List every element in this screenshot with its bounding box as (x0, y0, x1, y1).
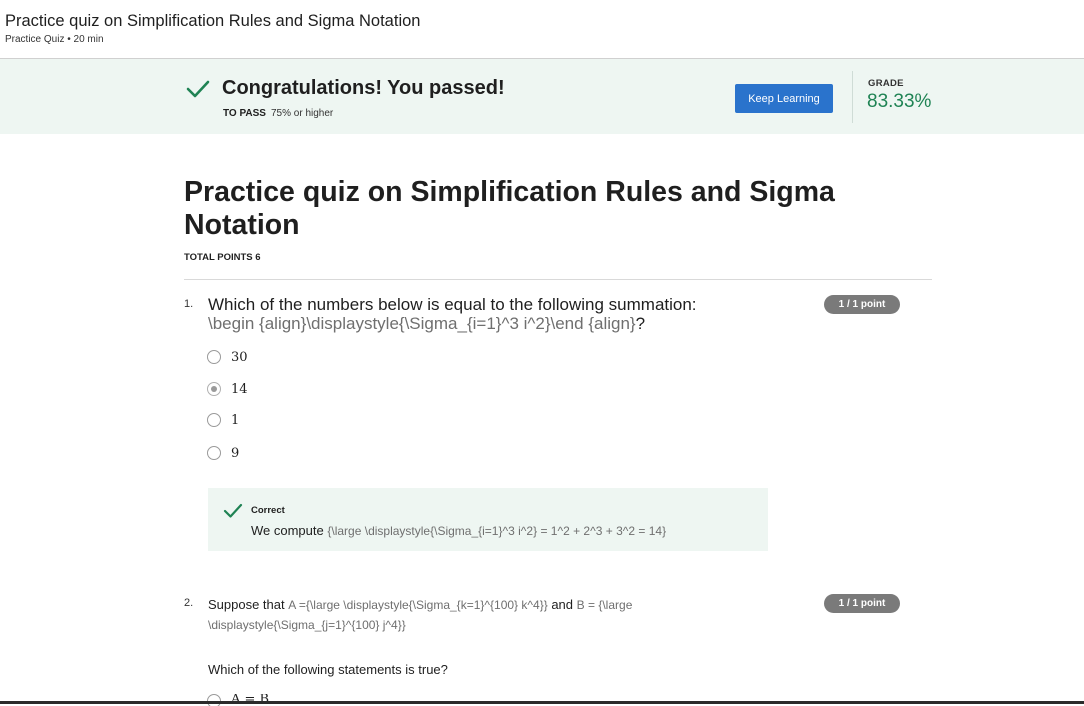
checkmark-icon (223, 503, 243, 518)
question-text-main: Which of the numbers below is equal to t… (208, 295, 697, 314)
score-badge: 1 / 1 point (824, 295, 900, 314)
question-prompt: Which of the following statements is tru… (208, 662, 448, 677)
question-text: Suppose that A ={\large \displaystyle{\S… (208, 595, 768, 635)
feedback-latex: {\large \displaystyle{\Sigma_{i=1}^3 i^2… (327, 524, 667, 538)
to-pass-info: TO PASS 75% or higher (223, 108, 333, 119)
to-pass-value: 75% or higher (270, 108, 334, 119)
pass-banner: Congratulations! You passed! TO PASS 75% … (0, 59, 1084, 134)
feedback-title: Correct (251, 505, 285, 516)
keep-learning-button[interactable]: Keep Learning (735, 84, 833, 113)
radio-button[interactable] (207, 350, 221, 364)
page-header: Practice quiz on Simplification Rules an… (0, 0, 1084, 59)
question-number: 1. (184, 298, 194, 310)
question-text-main: Suppose that (208, 597, 285, 612)
answer-option[interactable]: 30 (207, 348, 248, 366)
grade-value: 83.33% (867, 91, 932, 112)
feedback-panel: Correct We compute {\large \displaystyle… (208, 488, 768, 551)
score-badge: 1 / 1 point (824, 594, 900, 613)
header-subtitle: Practice Quiz • 20 min (5, 34, 104, 45)
radio-button[interactable] (207, 446, 221, 460)
radio-button-selected[interactable] (207, 382, 221, 396)
question-text: Which of the numbers below is equal to t… (208, 295, 808, 333)
option-label: 14 (231, 381, 248, 397)
answer-option[interactable]: 1 (207, 411, 239, 429)
answer-option[interactable]: 9 (207, 444, 239, 462)
question-latex-a: A ={\large \displaystyle{\Sigma_{k=1}^{1… (288, 598, 548, 612)
answer-option[interactable]: 14 (207, 380, 248, 398)
radio-button[interactable] (207, 413, 221, 427)
option-label: 9 (231, 445, 240, 461)
radio-button[interactable] (207, 694, 221, 706)
checkmark-icon (186, 80, 210, 98)
option-label: A = B (231, 694, 270, 706)
divider (184, 279, 932, 280)
to-pass-label: TO PASS (223, 108, 266, 119)
answer-option[interactable]: A = B (207, 694, 307, 706)
option-label: 1 (231, 412, 240, 428)
question-text-and: and (551, 597, 574, 612)
header-title: Practice quiz on Simplification Rules an… (5, 12, 421, 30)
feedback-text-main: We compute (251, 523, 324, 538)
option-label: 30 (231, 349, 248, 365)
pass-message: Congratulations! You passed! (222, 77, 505, 99)
question-text-end: ? (635, 314, 646, 333)
question-number: 2. (184, 597, 194, 609)
divider (852, 71, 853, 123)
grade-label: GRADE (868, 78, 904, 89)
total-points: TOTAL POINTS 6 (184, 252, 261, 263)
feedback-text: We compute {\large \displaystyle{\Sigma_… (251, 523, 666, 538)
quiz-title: Practice quiz on Simplification Rules an… (184, 176, 835, 241)
question-latex: \begin {align}\displaystyle{\Sigma_{i=1}… (208, 314, 636, 333)
